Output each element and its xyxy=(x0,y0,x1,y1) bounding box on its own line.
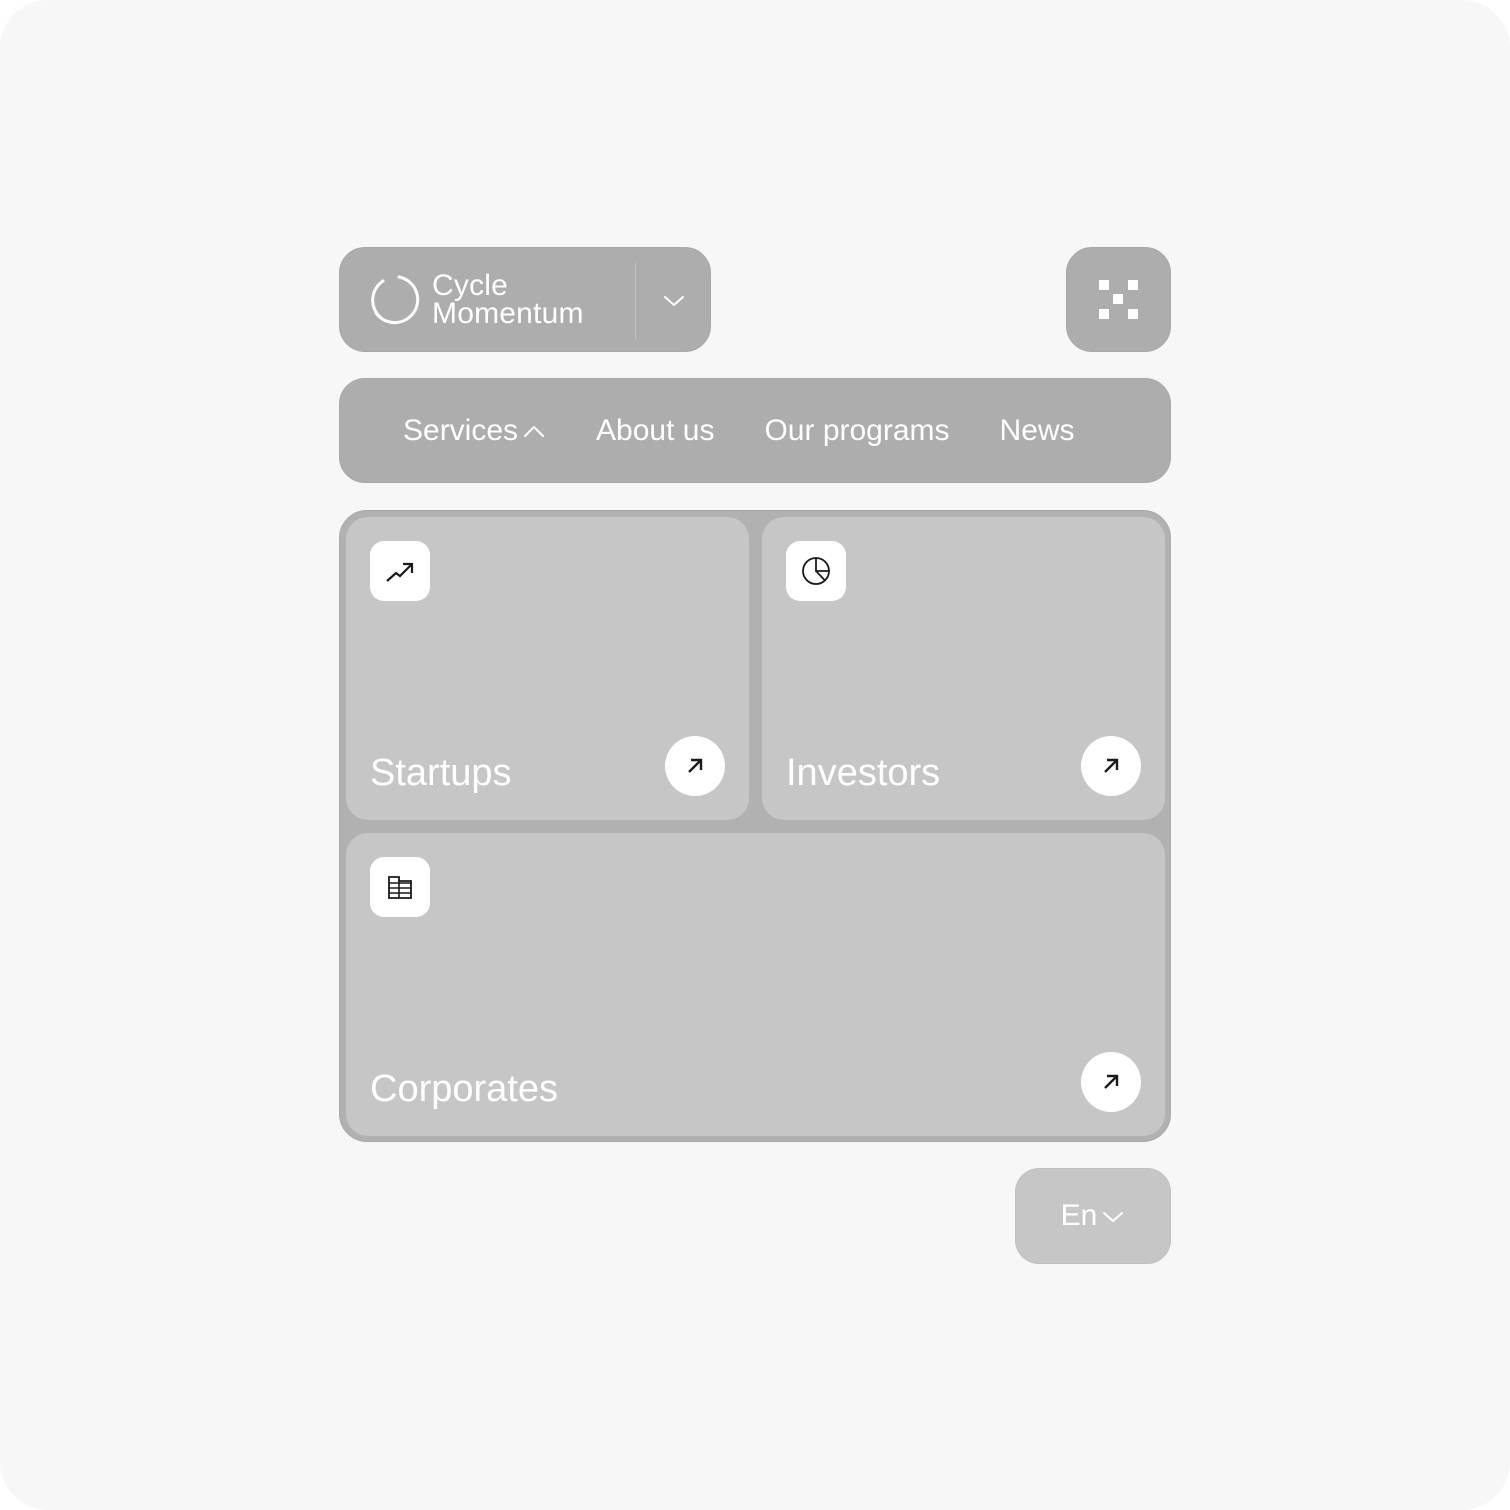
brand-pill: Cycle Momentum xyxy=(339,247,711,352)
nav-item-label: Our programs xyxy=(764,413,950,447)
nav-item-news[interactable]: News xyxy=(1000,414,1075,448)
card-icon-tile xyxy=(786,541,846,601)
arrow-up-right-icon xyxy=(688,758,703,773)
service-card-investors[interactable]: Investors xyxy=(762,517,1165,820)
card-label: Investors xyxy=(786,752,941,794)
pie-chart-icon xyxy=(802,557,830,585)
building-grid-icon xyxy=(388,876,412,899)
nav-item-our-programs[interactable]: Our programs xyxy=(764,414,949,448)
card-open-button[interactable] xyxy=(1081,1052,1141,1112)
brand-name-line2: Momentum xyxy=(432,297,584,330)
brand-logo-icon xyxy=(371,275,420,325)
language-label: En xyxy=(1060,1199,1098,1232)
card-label: Startups xyxy=(370,752,512,794)
main-nav: Services About us Our programs News xyxy=(339,378,1171,483)
menu-close-button[interactable] xyxy=(1066,247,1171,352)
services-panel: Startups Investors Corporates xyxy=(339,510,1171,1142)
card-icon-tile xyxy=(370,541,430,601)
nav-item-label: News xyxy=(999,413,1075,447)
brand-dropdown-button[interactable] xyxy=(636,248,712,353)
service-card-startups[interactable]: Startups xyxy=(346,517,749,820)
page: Cycle Momentum Services About us Our pro… xyxy=(0,0,1510,1510)
nav-item-label: Services xyxy=(403,413,519,447)
card-open-button[interactable] xyxy=(665,736,725,796)
nav-item-about-us[interactable]: About us xyxy=(596,414,714,448)
nav-item-label: About us xyxy=(596,413,715,447)
card-open-button[interactable] xyxy=(1081,736,1141,796)
brand-name-line1: Cycle xyxy=(432,269,509,302)
chevron-down-icon xyxy=(1103,1212,1124,1222)
card-label: Corporates xyxy=(370,1068,558,1110)
service-card-corporates[interactable]: Corporates xyxy=(346,833,1165,1136)
arrow-up-right-icon xyxy=(1104,1074,1119,1089)
nav-item-services[interactable]: Services xyxy=(403,414,546,448)
arrow-up-right-icon xyxy=(1104,758,1119,773)
brand-name[interactable]: Cycle Momentum xyxy=(432,269,584,330)
card-icon-tile xyxy=(370,857,430,917)
chevron-up-icon xyxy=(524,425,545,437)
chevron-down-icon xyxy=(664,295,684,306)
language-selector[interactable]: En xyxy=(1015,1168,1171,1264)
trending-up-icon xyxy=(386,562,414,582)
